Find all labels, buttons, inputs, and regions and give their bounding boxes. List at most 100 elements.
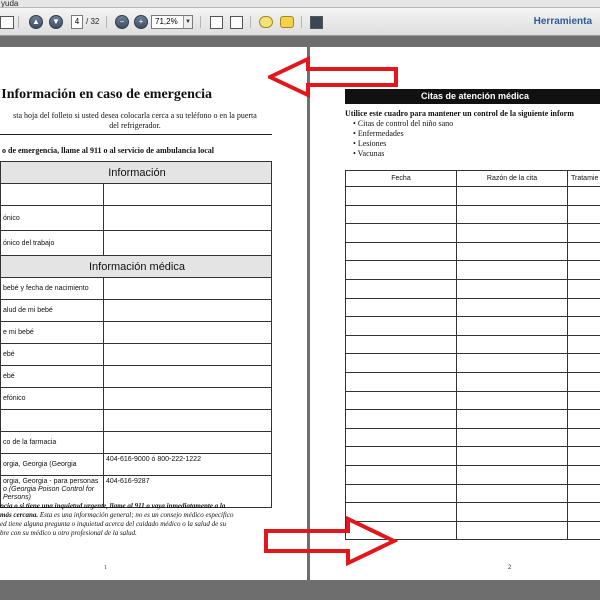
table-cell-value[interactable]: [103, 299, 272, 322]
table-cell[interactable]: [345, 390, 457, 411]
table-cell-value[interactable]: [103, 205, 272, 231]
section-header: Información médica: [0, 255, 272, 278]
table-cell[interactable]: [345, 278, 457, 299]
table-cell[interactable]: [567, 464, 600, 485]
table-cell[interactable]: [567, 390, 600, 411]
fit-page-icon[interactable]: [210, 16, 223, 29]
zoom-out-icon[interactable]: −: [115, 15, 129, 29]
table-cell-label: co de la farmacia: [0, 431, 104, 454]
table-cell-value[interactable]: [103, 387, 272, 410]
menu-bar: yuda: [0, 0, 600, 8]
table-cell-value[interactable]: [103, 343, 272, 366]
table-cell[interactable]: [567, 502, 600, 522]
page-title: Información en caso de emergencia: [1, 87, 212, 102]
table-cell[interactable]: [345, 297, 457, 318]
table-cell-value[interactable]: [103, 183, 272, 206]
table-cell[interactable]: [345, 483, 457, 504]
expand-icon[interactable]: [310, 16, 323, 29]
cell-line: orgia, Georgia - para personas: [3, 478, 99, 485]
table-cell[interactable]: [456, 334, 568, 355]
zoom-dropdown-icon[interactable]: ▼: [183, 16, 192, 28]
table-cell[interactable]: [345, 316, 457, 336]
table-cell[interactable]: [456, 483, 568, 504]
table-cell[interactable]: [567, 223, 600, 243]
table-cell[interactable]: [567, 520, 600, 541]
table-cell[interactable]: [456, 502, 568, 522]
table-cell[interactable]: [456, 464, 568, 485]
fit-width-icon[interactable]: [230, 16, 243, 29]
table-cell[interactable]: [456, 371, 568, 392]
column-header: Razón de la cita: [456, 170, 568, 187]
table-cell-value[interactable]: [103, 409, 272, 432]
intro-line: sta hoja del folleto si usted desea colo…: [13, 111, 257, 120]
table-cell[interactable]: [567, 371, 600, 392]
table-cell[interactable]: [567, 353, 600, 373]
table-cell[interactable]: [345, 371, 457, 392]
table-row: [345, 371, 600, 392]
highlight-icon[interactable]: [280, 16, 294, 28]
table-cell[interactable]: [345, 334, 457, 355]
zoom-in-icon[interactable]: +: [134, 15, 148, 29]
table-cell-value[interactable]: [103, 321, 272, 344]
table-cell[interactable]: [345, 446, 457, 466]
table-cell[interactable]: [456, 223, 568, 243]
table-row: [345, 409, 600, 429]
table-cell[interactable]: [567, 316, 600, 336]
table-cell[interactable]: [567, 409, 600, 429]
table-row: [345, 186, 600, 206]
email-icon[interactable]: [0, 16, 14, 29]
table-cell[interactable]: [345, 186, 457, 206]
table-cell[interactable]: [567, 483, 600, 504]
table-cell[interactable]: [456, 353, 568, 373]
table-cell-label: efónico: [0, 387, 104, 410]
intro-text: sta hoja del folleto si usted desea colo…: [0, 111, 270, 131]
table-cell-value[interactable]: [103, 365, 272, 388]
table-row: [345, 316, 600, 336]
table-cell[interactable]: [456, 427, 568, 448]
table-cell[interactable]: [567, 260, 600, 280]
table-cell[interactable]: [456, 260, 568, 280]
table-cell[interactable]: [567, 446, 600, 466]
table-cell[interactable]: [567, 427, 600, 448]
table-cell[interactable]: [345, 204, 457, 225]
table-cell[interactable]: [456, 241, 568, 262]
table-cell[interactable]: [456, 297, 568, 318]
table-cell[interactable]: [345, 464, 457, 485]
table-cell[interactable]: [345, 409, 457, 429]
tools-link[interactable]: Herramienta: [534, 16, 592, 32]
table-cell-value[interactable]: 404-616-9000 ó 800-222-1222: [103, 453, 272, 476]
table-cell[interactable]: [567, 204, 600, 225]
table-cell[interactable]: [567, 278, 600, 299]
table-cell[interactable]: [345, 241, 457, 262]
table-cell[interactable]: [456, 390, 568, 411]
right-arrow-icon: [264, 516, 398, 566]
table-cell[interactable]: [567, 241, 600, 262]
table-cell[interactable]: [567, 297, 600, 318]
table-row: [345, 483, 600, 504]
table-cell-label: ebé: [0, 343, 104, 366]
menu-item-help[interactable]: yuda: [1, 0, 18, 7]
table-cell[interactable]: [456, 186, 568, 206]
table-cell[interactable]: [456, 409, 568, 429]
page-number-input[interactable]: 4: [71, 15, 83, 29]
table-cell[interactable]: [345, 260, 457, 280]
comment-icon[interactable]: [259, 16, 273, 28]
table-cell[interactable]: [345, 223, 457, 243]
table-cell-label: alud de mi bebé: [0, 299, 104, 322]
table-cell[interactable]: [567, 186, 600, 206]
table-cell[interactable]: [345, 353, 457, 373]
table-cell[interactable]: [456, 446, 568, 466]
table-cell[interactable]: [456, 520, 568, 541]
table-cell[interactable]: [456, 316, 568, 336]
table-cell-value[interactable]: [103, 431, 272, 454]
table-cell-value[interactable]: [103, 230, 272, 256]
divider: [0, 134, 272, 135]
table-cell[interactable]: [456, 278, 568, 299]
next-page-icon[interactable]: ▼: [49, 15, 63, 29]
previous-page-icon[interactable]: ▲: [29, 15, 43, 29]
table-cell-label: ónico del trabajo: [0, 230, 104, 256]
table-cell-value[interactable]: [103, 277, 272, 300]
table-cell[interactable]: [456, 204, 568, 225]
table-cell[interactable]: [567, 334, 600, 355]
table-cell[interactable]: [345, 427, 457, 448]
